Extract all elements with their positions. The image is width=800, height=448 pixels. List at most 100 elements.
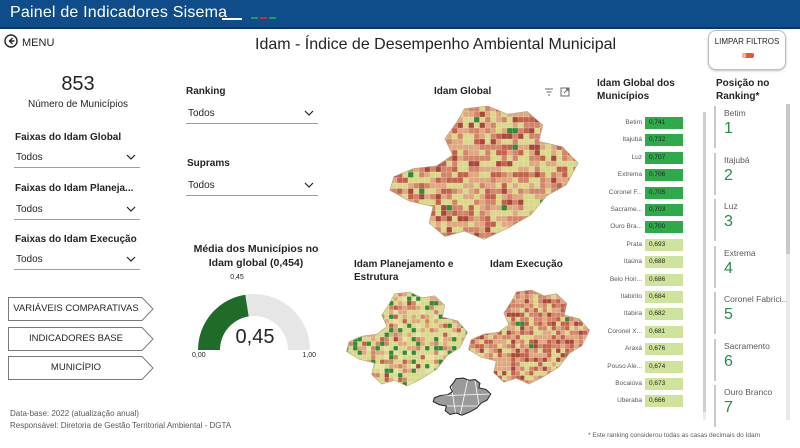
ranking-position-card[interactable]: Coronel Fabrici... 5: [714, 292, 786, 334]
map-municipality-cell: [462, 160, 469, 167]
ranking-bar-row[interactable]: Extrema 0,706: [590, 169, 710, 182]
map-municipality-cell: [462, 122, 469, 129]
region-selector-map[interactable]: [430, 376, 494, 418]
filter-global-dropdown[interactable]: Todos: [14, 148, 140, 168]
map-municipality-cell: [424, 149, 431, 156]
map-municipality-cell: [517, 177, 524, 184]
map-municipality-cell: [579, 156, 585, 162]
ranking-bar-row[interactable]: Itabirito 0,684: [590, 291, 710, 304]
map-municipality-cell: [560, 316, 566, 322]
circle-arrow-left-icon[interactable]: [4, 34, 18, 48]
map-municipality-cell: [438, 309, 444, 315]
map-municipality-cell: [447, 341, 453, 347]
map-municipality-cell: [528, 375, 534, 381]
map-municipality-cell: [451, 155, 458, 162]
ranking-position-number: 4: [724, 259, 733, 277]
map-municipality-cell: [556, 215, 563, 222]
ranking-position-card[interactable]: Itajubá 2: [714, 152, 784, 195]
municipio-button[interactable]: MUNICÍPIO: [8, 356, 154, 380]
map-municipality-cell: [375, 345, 381, 351]
map-municipality-cell: [560, 366, 566, 372]
map-municipality-cell: [523, 106, 530, 112]
map-municipality-cell: [569, 370, 575, 376]
map-municipality-cell: [510, 294, 516, 300]
map-municipality-cell: [375, 296, 381, 302]
map-municipality-cell: [418, 106, 425, 112]
map-municipality-cell: [474, 290, 480, 295]
map-municipality-cell: [488, 361, 494, 367]
ranking-bar-row[interactable]: Belo Hori... 0,686: [590, 273, 710, 287]
filter-ranking-dropdown[interactable]: Todos: [186, 104, 318, 124]
map-municipality-cell: [420, 318, 426, 324]
map-municipality-cell: [534, 226, 541, 233]
ranking-bar-row[interactable]: Uberaba 0,666: [590, 395, 710, 408]
ranking-position-scroll-thumb[interactable]: [786, 104, 790, 254]
map-municipality-cell: [569, 303, 575, 309]
filter-icon[interactable]: [544, 87, 554, 97]
ranking-bar-row[interactable]: Bocaiúva 0,673: [590, 378, 710, 391]
clear-filters-button[interactable]: LIMPAR FILTROS: [708, 30, 786, 70]
filter-execucao-dropdown[interactable]: Todos: [14, 250, 140, 270]
map-municipality-cell: [510, 379, 516, 385]
map-municipality-cell: [348, 314, 354, 320]
focus-mode-icon[interactable]: [560, 87, 570, 97]
ranking-position-card[interactable]: Betim 1: [714, 106, 784, 148]
map-municipality-cell: [468, 155, 475, 162]
map-municipality-cell: [348, 354, 354, 360]
map-municipality-cell: [497, 298, 503, 304]
map-municipality-cell: [528, 182, 535, 189]
map-municipality-cell: [384, 314, 390, 320]
map-municipality-cell: [468, 149, 475, 156]
map-municipality-cell: [462, 215, 469, 222]
map-global[interactable]: [384, 104, 586, 244]
map-execucao[interactable]: [464, 288, 594, 388]
map-municipality-cell: [528, 339, 534, 345]
map-municipality-cell: [433, 345, 439, 351]
variaveis-comparativas-button[interactable]: VARIÁVEIS COMPARATIVAS: [8, 297, 154, 321]
ranking-bars-scroll-thumb[interactable]: [703, 112, 706, 412]
map-municipality-cell: [440, 106, 447, 112]
ranking-bar-row[interactable]: Prata 0,693: [590, 238, 710, 252]
ranking-bar-row[interactable]: Coronel F... 0,705: [590, 186, 710, 200]
map-municipality-cell: [483, 316, 489, 322]
ranking-bar-row[interactable]: Coronel X... 0,681: [590, 325, 710, 339]
indicadores-base-button[interactable]: INDICADORES BASE: [8, 327, 154, 351]
ranking-bar-row[interactable]: Betim 0,741: [590, 117, 710, 130]
map-municipality-cell: [474, 298, 480, 304]
filter-planejamento-dropdown[interactable]: Todos: [14, 200, 140, 220]
map-planejamento[interactable]: [342, 290, 472, 390]
ranking-bar-row[interactable]: Luz 0,707: [590, 151, 710, 165]
map-municipality-cell: [523, 127, 530, 134]
map-municipality-cell: [391, 111, 398, 118]
ranking-bar-row[interactable]: Ouro Bra... 0,700: [590, 221, 710, 234]
map-municipality-cell: [561, 171, 568, 178]
map-municipality-cell: [528, 357, 534, 363]
map-municipality-cell: [488, 312, 494, 318]
filter-suprams-dropdown[interactable]: Todos: [186, 176, 318, 196]
map-municipality-cell: [418, 111, 425, 118]
map-municipality-cell: [352, 309, 358, 315]
map-municipality-cell: [446, 144, 453, 151]
ranking-bar-row[interactable]: Itaúna 0,688: [590, 256, 710, 269]
map-municipality-cell: [438, 354, 444, 360]
ranking-bar-row[interactable]: Pouso Ale... 0,674: [590, 360, 710, 374]
map-municipality-cell: [567, 166, 574, 173]
ranking-position-card[interactable]: Extrema 4: [714, 245, 784, 288]
map-municipality-cell: [361, 336, 367, 342]
ranking-position-card[interactable]: Ouro Branco 7: [714, 385, 784, 427]
map-municipality-cell: [384, 345, 390, 351]
ranking-bar-row[interactable]: Sacrame... 0,703: [590, 204, 710, 217]
ranking-bar-row[interactable]: Araxá 0,676: [590, 343, 710, 356]
map-municipality-cell: [402, 296, 408, 302]
map-municipality-cell: [379, 363, 385, 369]
menu-button[interactable]: MENU: [22, 37, 54, 49]
map-municipality-cell: [582, 352, 588, 358]
ranking-bar-row[interactable]: Itajubá 0,732: [590, 134, 710, 147]
map-municipality-cell: [550, 149, 557, 156]
ranking-bar-row[interactable]: Itabira 0,682: [590, 308, 710, 321]
ranking-position-card[interactable]: Sacramento 6: [714, 338, 784, 381]
map-municipality-cell: [418, 171, 425, 178]
ranking-position-card[interactable]: Luz 3: [714, 199, 784, 241]
map-municipality-cell: [567, 188, 574, 195]
map-municipality-cell: [366, 341, 372, 347]
